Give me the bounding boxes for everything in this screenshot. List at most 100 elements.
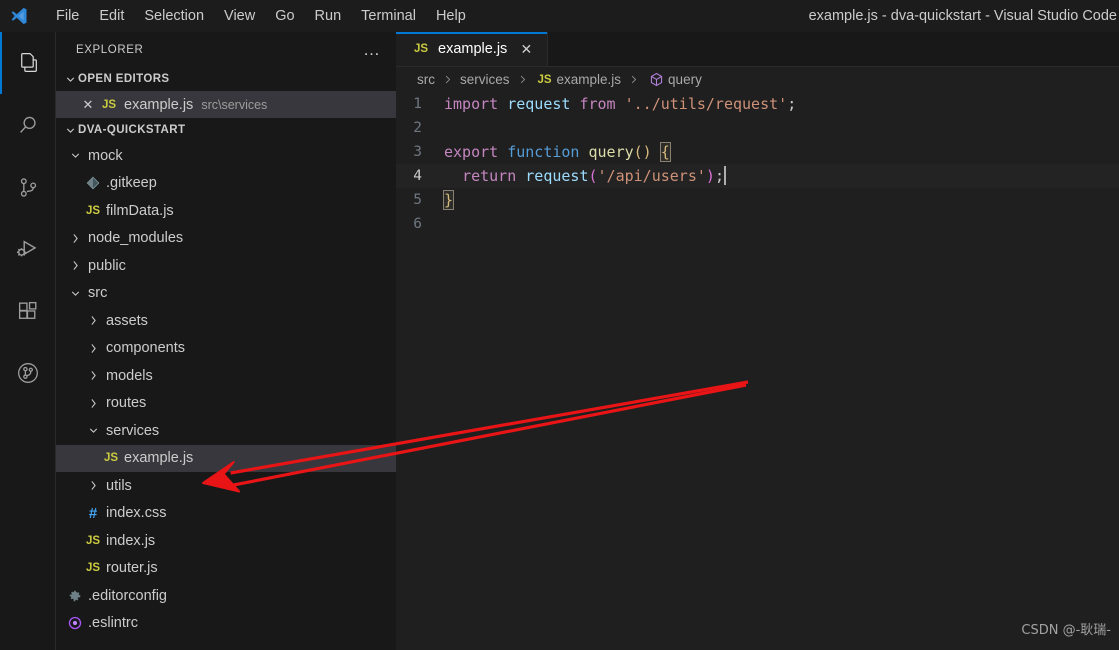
tree-item-eslintrc[interactable]: .eslintrc — [56, 610, 396, 638]
chevron-down-icon — [62, 71, 78, 87]
chevron-right-icon — [517, 74, 528, 85]
symbol-cube-icon — [645, 72, 667, 87]
watermark: CSDN @-耿瑞- — [1021, 623, 1111, 638]
tree-item-components[interactable]: components — [56, 335, 396, 363]
activitybar-extensions[interactable] — [0, 280, 56, 342]
tree-item-gitkeep[interactable]: .gitkeep — [56, 170, 396, 198]
tree-item-label: assets — [106, 312, 148, 329]
activitybar-timeline[interactable] — [0, 342, 56, 404]
js-file-icon: JS — [537, 73, 552, 86]
chevron-down-icon — [82, 424, 104, 437]
menu-view[interactable]: View — [215, 5, 264, 27]
activitybar-run-and-debug[interactable] — [0, 218, 56, 280]
tree-item-label: public — [88, 257, 126, 274]
vscode-window: File Edit Selection View Go Run Terminal… — [0, 0, 1119, 650]
tree-item-src[interactable]: src — [56, 280, 396, 308]
tree-item-label: .eslintrc — [88, 615, 138, 632]
open-editor-name: example.js — [124, 96, 194, 113]
tree-item-assets[interactable]: assets — [56, 307, 396, 335]
editor-tabs: JS example.js ✕ — [396, 32, 1119, 67]
line-number: 2 — [413, 120, 422, 136]
tree-item-index-js[interactable]: JS index.js — [56, 527, 396, 555]
menu-file[interactable]: File — [47, 5, 88, 27]
tree-item-mock[interactable]: mock — [56, 142, 396, 170]
tree-item-models[interactable]: models — [56, 362, 396, 390]
breadcrumb: src services JS example.js query — [396, 67, 1119, 92]
chevron-right-icon — [82, 342, 104, 355]
section-project-root[interactable]: DVA-QUICKSTART — [56, 118, 396, 142]
menu-bar: File Edit Selection View Go Run Terminal… — [46, 0, 476, 32]
chevron-right-icon — [82, 479, 104, 492]
close-icon[interactable]: ✕ — [517, 41, 535, 58]
tree-item-label: filmData.js — [106, 202, 174, 219]
tree-item-label: index.css — [106, 505, 167, 522]
chevron-right-icon — [628, 74, 639, 85]
tree-item-routes[interactable]: routes — [56, 390, 396, 418]
js-file-icon: JS — [103, 452, 119, 465]
activitybar-search[interactable] — [0, 94, 56, 156]
tree-item-router-js[interactable]: JS router.js — [56, 555, 396, 583]
breadcrumb-item-services[interactable]: services — [459, 72, 511, 87]
timeline-icon — [15, 360, 41, 386]
sidebar-header: EXPLORER … — [56, 32, 396, 67]
tree-item-label: components — [106, 340, 185, 357]
breadcrumb-item-query[interactable]: query — [667, 72, 703, 87]
breadcrumb-item-example-js[interactable]: example.js — [556, 72, 623, 87]
tree-item-example-js[interactable]: JS example.js — [56, 444, 396, 472]
source-control-icon — [16, 175, 41, 200]
menu-selection[interactable]: Selection — [135, 5, 213, 27]
js-file-icon: JS — [85, 534, 101, 547]
code-line-3: 3 export function query() { — [396, 140, 1119, 164]
title-bar: File Edit Selection View Go Run Terminal… — [0, 0, 1119, 32]
tree-item-label: services — [106, 422, 160, 439]
tree-item-public[interactable]: public — [56, 252, 396, 280]
line-number: 5 — [413, 192, 422, 208]
menu-go[interactable]: Go — [266, 5, 303, 27]
tab-example-js[interactable]: JS example.js ✕ — [396, 32, 549, 66]
chevron-right-icon — [64, 259, 86, 272]
tree-item-label: example.js — [124, 450, 194, 467]
js-file-icon: JS — [85, 204, 101, 217]
code-line-1: 1 import request from '../utils/request'… — [396, 92, 1119, 116]
tree-item-services[interactable]: services — [56, 417, 396, 445]
eslint-icon — [64, 616, 86, 630]
tree-item-label: routes — [106, 395, 147, 412]
tree-item-index-css[interactable]: # index.css — [56, 500, 396, 528]
menu-help[interactable]: Help — [427, 5, 475, 27]
section-open-editors[interactable]: OPEN EDITORS — [56, 67, 396, 91]
activitybar-explorer[interactable] — [0, 32, 56, 94]
open-editor-row-example-js[interactable]: ✕ JS example.js src\services — [56, 91, 396, 118]
file-tree: mock .gitkeep JS filmData.js node_modulespub… — [56, 142, 396, 637]
chevron-down-icon — [62, 122, 78, 138]
menu-run[interactable]: Run — [306, 5, 351, 27]
code-line-6: 6 — [396, 212, 1119, 236]
code-line-2: 2 — [396, 116, 1119, 140]
tree-item-utils[interactable]: utils — [56, 472, 396, 500]
tree-item-label: .editorconfig — [88, 587, 167, 604]
line-number: 4 — [413, 168, 422, 184]
explorer-sidebar: EXPLORER … OPEN EDITORS ✕ JS example.js … — [56, 32, 396, 650]
tree-item-label: node_modules — [88, 230, 184, 247]
activitybar-source-control[interactable] — [0, 156, 56, 218]
search-icon — [16, 113, 41, 138]
code-editor[interactable]: 1 import request from '../utils/request'… — [396, 92, 1119, 650]
editor-area: JS example.js ✕ src services JS example.… — [396, 32, 1119, 650]
line-number: 1 — [413, 96, 422, 112]
tree-item-filmdata-js[interactable]: JS filmData.js — [56, 197, 396, 225]
menu-edit[interactable]: Edit — [90, 5, 133, 27]
code-line-text: export function query() { — [444, 142, 671, 162]
code-line-5: 5 } — [396, 188, 1119, 212]
tree-item-label: mock — [88, 147, 123, 164]
tree-item-node-modules[interactable]: node_modules — [56, 225, 396, 253]
js-file-icon: JS — [85, 562, 101, 575]
menu-terminal[interactable]: Terminal — [352, 5, 425, 27]
tab-label: example.js — [438, 41, 508, 57]
window-title: example.js - dva-quickstart - Visual Stu… — [808, 8, 1117, 24]
activity-bar — [0, 32, 56, 650]
tree-item-editorconfig[interactable]: .editorconfig — [56, 582, 396, 610]
breadcrumb-item-src[interactable]: src — [416, 72, 436, 87]
git-file-icon — [82, 176, 104, 190]
close-icon[interactable]: ✕ — [78, 97, 98, 113]
more-actions-icon[interactable]: … — [355, 41, 390, 58]
chevron-down-icon — [64, 149, 86, 162]
